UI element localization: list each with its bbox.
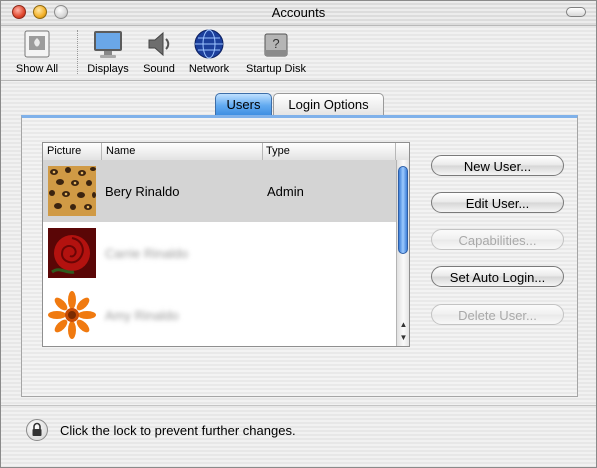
user-picture-flower bbox=[48, 290, 96, 340]
table-row[interactable]: Amy Rinaldo bbox=[43, 284, 396, 346]
user-name-cell: Bery Rinaldo bbox=[105, 184, 180, 199]
scrollbar-thumb[interactable] bbox=[398, 166, 408, 254]
column-divider bbox=[101, 143, 102, 160]
column-divider bbox=[262, 143, 263, 160]
toolbar-show-all[interactable]: Show All bbox=[9, 28, 65, 75]
speaker-icon bbox=[143, 28, 175, 60]
capabilities-button[interactable]: Capabilities... bbox=[431, 229, 564, 250]
user-name-cell: Carrie Rinaldo bbox=[105, 246, 189, 261]
set-auto-login-button[interactable]: Set Auto Login... bbox=[431, 266, 564, 287]
delete-user-button[interactable]: Delete User... bbox=[431, 304, 564, 325]
accounts-window: Accounts Show All Displays Sound Network… bbox=[0, 0, 597, 468]
disk-icon: ? bbox=[260, 28, 292, 60]
svg-text:?: ? bbox=[272, 36, 279, 51]
toolbar-displays[interactable]: Displays bbox=[85, 28, 131, 75]
toolbar-label: Sound bbox=[143, 63, 175, 75]
users-table: Picture Name Type Bery Rinaldo Admin Car… bbox=[42, 142, 410, 347]
column-divider bbox=[395, 143, 396, 160]
scroll-down-arrow-icon[interactable]: ▼ bbox=[397, 331, 409, 344]
toolbar-separator bbox=[77, 30, 78, 74]
title-bar[interactable]: Accounts bbox=[1, 1, 596, 26]
column-header-type[interactable]: Type bbox=[266, 145, 290, 157]
user-type-cell: Admin bbox=[267, 184, 304, 199]
footer-divider bbox=[1, 405, 596, 406]
lock-message: Click the lock to prevent further change… bbox=[60, 423, 296, 438]
table-header: Picture Name Type bbox=[43, 143, 409, 161]
user-name-cell: Amy Rinaldo bbox=[105, 308, 179, 323]
toolbar-label: Show All bbox=[15, 63, 59, 75]
column-header-picture[interactable]: Picture bbox=[47, 145, 81, 157]
edit-user-button[interactable]: Edit User... bbox=[431, 192, 564, 213]
toolbar-startup-disk[interactable]: ? Startup Disk bbox=[241, 28, 311, 75]
globe-icon bbox=[193, 28, 225, 60]
display-icon bbox=[92, 28, 124, 60]
table-row[interactable]: Bery Rinaldo Admin bbox=[43, 160, 396, 222]
tab-users[interactable]: Users bbox=[215, 93, 272, 115]
table-scrollbar[interactable]: ▲ ▼ bbox=[396, 160, 409, 346]
toolbar-sound[interactable]: Sound bbox=[139, 28, 179, 75]
tab-login-options[interactable]: Login Options bbox=[273, 93, 384, 115]
user-picture-leopard bbox=[48, 166, 96, 216]
new-user-button[interactable]: New User... bbox=[431, 155, 564, 176]
toolbar-label: Displays bbox=[87, 63, 129, 75]
toolbar-label: Network bbox=[188, 63, 230, 75]
scroll-up-arrow-icon[interactable]: ▲ bbox=[397, 318, 409, 331]
toolbar: Show All Displays Sound Network ? Startu… bbox=[1, 26, 596, 80]
user-picture-rose bbox=[48, 228, 96, 278]
toolbar-label: Startup Disk bbox=[246, 63, 306, 75]
lock-button[interactable] bbox=[26, 419, 48, 441]
show-all-icon bbox=[21, 28, 53, 60]
table-row[interactable]: Carrie Rinaldo bbox=[43, 222, 396, 284]
toolbar-network[interactable]: Network bbox=[185, 28, 233, 75]
window-title: Accounts bbox=[271, 5, 326, 20]
toolbar-toggle-button[interactable] bbox=[566, 7, 586, 17]
column-header-name[interactable]: Name bbox=[106, 145, 135, 157]
toolbar-divider bbox=[1, 80, 596, 81]
lock-icon bbox=[32, 422, 42, 436]
